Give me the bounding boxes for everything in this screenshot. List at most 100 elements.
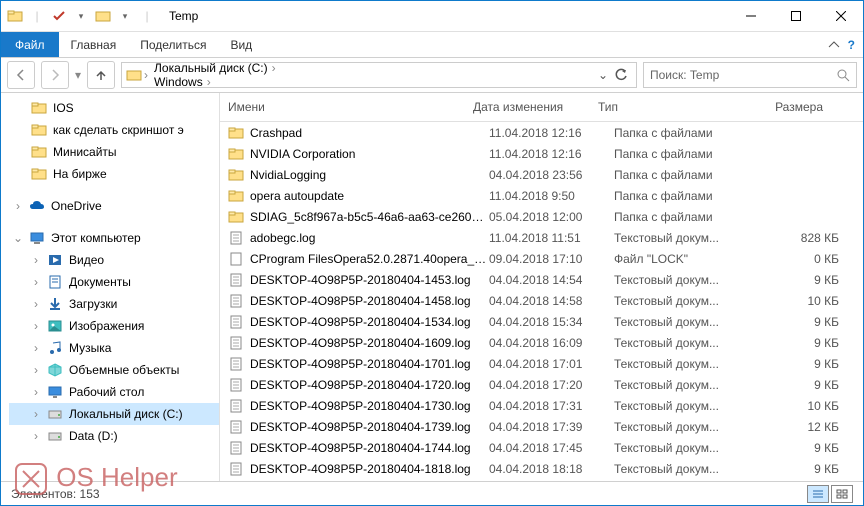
pictures-icon <box>47 318 63 334</box>
list-item[interactable]: opera autoupdate11.04.2018 9:50Папка с ф… <box>220 185 863 206</box>
tree-collapse-icon[interactable]: ⌄ <box>13 231 23 245</box>
breadcrumb[interactable]: Локальный диск (C:)› <box>150 62 280 75</box>
sidebar-item-onedrive[interactable]: › OneDrive <box>9 195 219 217</box>
window-title: Temp <box>161 9 728 23</box>
ribbon-tabs: Файл Главная Поделиться Вид ? <box>1 32 863 58</box>
list-item[interactable]: SDIAG_5c8f967a-b5c5-46a6-aa63-ce260af...… <box>220 206 863 227</box>
col-type[interactable]: Тип <box>598 100 733 114</box>
video-icon <box>47 252 63 268</box>
folder-icon <box>228 167 244 183</box>
chevron-down-small-icon[interactable]: ▾ <box>117 8 133 24</box>
close-button[interactable] <box>818 1 863 31</box>
file-area: Имени Дата изменения Тип Размера Crashpa… <box>220 93 863 481</box>
text-icon <box>228 230 244 246</box>
text-icon <box>228 314 244 330</box>
col-date[interactable]: Дата изменения <box>473 100 598 114</box>
list-item[interactable]: DESKTOP-4O98P5P-20180404-1720.log04.04.2… <box>220 374 863 395</box>
list-item[interactable]: DESKTOP-4O98P5P-20180404-1730.log04.04.2… <box>220 395 863 416</box>
col-name[interactable]: Имени <box>228 100 473 114</box>
tree-expand-icon[interactable]: › <box>13 199 23 213</box>
disk-icon <box>47 406 63 422</box>
sidebar-item[interactable]: ›Видео <box>9 249 219 271</box>
tree-expand-icon[interactable]: › <box>31 319 41 333</box>
separator-icon: | <box>29 8 45 24</box>
chevron-down-icon[interactable]: ⌄ <box>598 68 608 82</box>
folder-icon <box>7 8 23 24</box>
up-button[interactable] <box>87 61 115 89</box>
list-item[interactable]: CProgram FilesOpera52.0.2871.40opera_a..… <box>220 248 863 269</box>
text-icon <box>228 398 244 414</box>
chevron-down-small-icon[interactable]: ▾ <box>73 8 89 24</box>
folder-icon <box>31 166 47 182</box>
list-item[interactable]: DESKTOP-4O98P5P-20180404-1458.log04.04.2… <box>220 290 863 311</box>
column-headers[interactable]: Имени Дата изменения Тип Размера <box>220 93 863 122</box>
tree-expand-icon[interactable]: › <box>31 253 41 267</box>
sidebar-item[interactable]: ›Документы <box>9 271 219 293</box>
breadcrumb[interactable]: Windows› <box>150 75 280 88</box>
list-item[interactable]: Crashpad11.04.2018 12:16Папка с файлами <box>220 122 863 143</box>
list-item[interactable]: DESKTOP-4O98P5P-20180404-1701.log04.04.2… <box>220 353 863 374</box>
help-icon[interactable]: ? <box>848 38 855 52</box>
tree-expand-icon[interactable]: › <box>31 385 41 399</box>
desktop-icon <box>47 384 63 400</box>
forward-button[interactable] <box>41 61 69 89</box>
text-icon <box>228 419 244 435</box>
address-row: ▾ › Этот компьютер›Локальный диск (C:)›W… <box>1 58 863 93</box>
tab-view[interactable]: Вид <box>218 32 264 57</box>
tree-expand-icon[interactable]: › <box>31 407 41 421</box>
list-item[interactable]: DESKTOP-4O98P5P-20180404-1744.log04.04.2… <box>220 437 863 458</box>
maximize-button[interactable] <box>773 1 818 31</box>
col-size[interactable]: Размера <box>733 100 835 114</box>
tree-expand-icon[interactable]: › <box>31 297 41 311</box>
tab-home[interactable]: Главная <box>59 32 129 57</box>
navigation-pane[interactable]: IOSкак сделать скриншот эМинисайтыНа бир… <box>1 93 220 481</box>
back-button[interactable] <box>7 61 35 89</box>
list-item[interactable]: adobegc.log11.04.2018 11:51Текстовый док… <box>220 227 863 248</box>
search-icon <box>836 68 850 82</box>
sidebar-item[interactable]: ›Изображения <box>9 315 219 337</box>
sidebar-item[interactable]: На бирже <box>9 163 219 185</box>
list-item[interactable]: NvidiaLogging04.04.2018 23:56Папка с фай… <box>220 164 863 185</box>
sidebar-item[interactable]: IOS <box>9 97 219 119</box>
tab-share[interactable]: Поделиться <box>128 32 218 57</box>
checkmark-icon[interactable] <box>51 8 67 24</box>
file-tab[interactable]: Файл <box>1 32 59 57</box>
folder-icon <box>126 67 142 83</box>
tree-expand-icon[interactable]: › <box>31 429 41 443</box>
folder-small-icon <box>95 8 111 24</box>
text-icon <box>228 272 244 288</box>
separator-icon: | <box>139 8 155 24</box>
sidebar-item[interactable]: ›Локальный диск (C:) <box>9 403 219 425</box>
folder-icon <box>228 209 244 225</box>
sidebar-item-thispc[interactable]: ⌄ Этот компьютер <box>9 227 219 249</box>
cloud-icon <box>29 198 45 214</box>
list-item[interactable]: DESKTOP-4O98P5P-20180404-1453.log04.04.2… <box>220 269 863 290</box>
music-icon <box>47 340 63 356</box>
list-item[interactable]: NVIDIA Corporation11.04.2018 12:16Папка … <box>220 143 863 164</box>
sidebar-item[interactable]: ›Data (D:) <box>9 425 219 447</box>
expand-ribbon-icon[interactable] <box>828 39 840 51</box>
file-list[interactable]: Crashpad11.04.2018 12:16Папка с файламиN… <box>220 122 863 481</box>
folder-icon <box>228 125 244 141</box>
list-item[interactable]: DESKTOP-4O98P5P-20180404-1818.log04.04.2… <box>220 458 863 479</box>
recent-dropdown-icon[interactable]: ▾ <box>75 68 81 82</box>
thumb-view-button[interactable] <box>831 485 853 503</box>
sidebar-item[interactable]: как сделать скриншот э <box>9 119 219 141</box>
address-bar[interactable]: › Этот компьютер›Локальный диск (C:)›Win… <box>121 62 637 88</box>
list-item[interactable]: DESKTOP-4O98P5P-20180404-1609.log04.04.2… <box>220 332 863 353</box>
minimize-button[interactable] <box>728 1 773 31</box>
tree-expand-icon[interactable]: › <box>31 363 41 377</box>
sidebar-item[interactable]: ›Объемные объекты <box>9 359 219 381</box>
sidebar-item[interactable]: ›Загрузки <box>9 293 219 315</box>
text-icon <box>228 335 244 351</box>
tree-expand-icon[interactable]: › <box>31 341 41 355</box>
refresh-icon[interactable] <box>614 68 628 82</box>
list-item[interactable]: DESKTOP-4O98P5P-20180404-1534.log04.04.2… <box>220 311 863 332</box>
sidebar-item[interactable]: Минисайты <box>9 141 219 163</box>
sidebar-item[interactable]: ›Рабочий стол <box>9 381 219 403</box>
details-view-button[interactable] <box>807 485 829 503</box>
tree-expand-icon[interactable]: › <box>31 275 41 289</box>
list-item[interactable]: DESKTOP-4O98P5P-20180404-1739.log04.04.2… <box>220 416 863 437</box>
sidebar-item[interactable]: ›Музыка <box>9 337 219 359</box>
search-input[interactable]: Поиск: Temp <box>643 62 857 88</box>
